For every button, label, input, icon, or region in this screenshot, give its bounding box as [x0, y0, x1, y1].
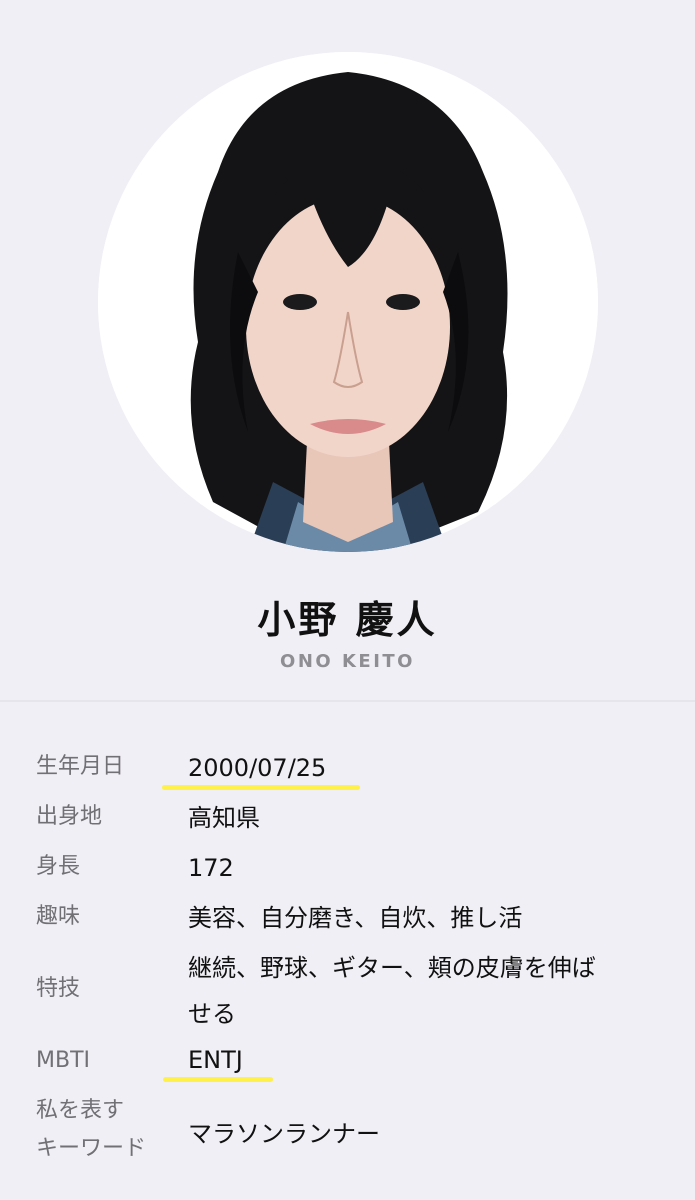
info-label-keyword-line1: 私を表す: [36, 1098, 125, 1123]
name-block: 小野 慶人 ONO KEITO: [0, 595, 695, 672]
profile-card: 小野 慶人 ONO KEITO 生年月日 2000/07/25 出身地 高知県 …: [0, 0, 695, 1200]
info-value-skill-line2: せる: [188, 1000, 236, 1028]
profile-avatar: [98, 52, 598, 552]
info-label-height: 身長: [36, 854, 81, 879]
name-japanese: 小野 慶人: [257, 598, 438, 642]
info-label-mbti: MBTI: [36, 1048, 91, 1073]
info-value-hometown: 高知県: [188, 804, 260, 832]
info-label-birthday: 生年月日: [36, 754, 125, 779]
highlight-underline-mbti: [163, 1077, 273, 1082]
info-label-keyword-line2: キーワード: [36, 1136, 147, 1161]
highlight-underline-birthday: [162, 785, 360, 790]
info-label-skill: 特技: [36, 976, 81, 1001]
info-value-skill-line1: 継続、野球、ギター、頬の皮膚を伸ば: [188, 954, 596, 982]
info-value-height: 172: [188, 854, 234, 882]
info-label-hometown: 出身地: [36, 804, 103, 829]
section-divider: [0, 700, 695, 702]
name-romanized: ONO KEITO: [280, 651, 415, 672]
info-value-hobby: 美容、自分磨き、自炊、推し活: [188, 904, 523, 932]
info-label-hobby: 趣味: [36, 904, 81, 929]
info-value-keyword: マラソンランナー: [188, 1120, 380, 1148]
portrait-image: [98, 52, 598, 552]
